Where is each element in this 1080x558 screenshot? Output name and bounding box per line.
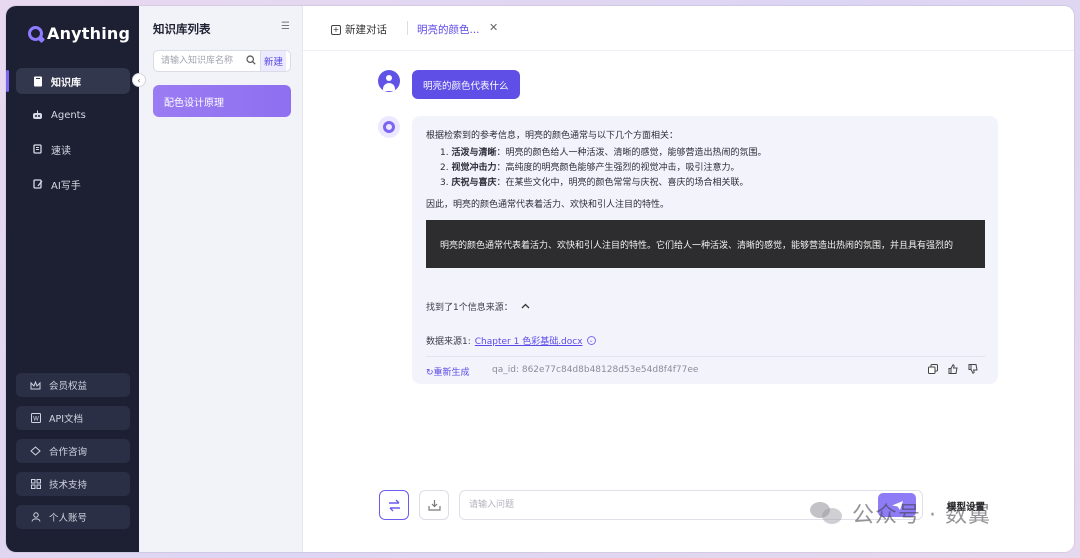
qa-id-label: qa_id:	[492, 365, 519, 375]
nav-membership-button[interactable]: 会员权益	[16, 373, 130, 397]
list-item-text: ：明亮的颜色给人一种活泼、清晰的感觉，能够营造出热闹的氛围。	[496, 148, 767, 158]
list-item: 1. 活泼与清晰：明亮的颜色给人一种活泼、清晰的感觉，能够营造出热闹的氛围。	[440, 146, 767, 161]
code-block: 明亮的颜色通常代表着活力、欢快和引人注目的特性。它们给人一种活泼、清晰的感觉，能…	[426, 220, 985, 268]
sources-toggle[interactable]: 找到了1个信息来源：	[426, 300, 530, 313]
answer-list: 1. 活泼与清晰：明亮的颜色给人一种活泼、清晰的感觉，能够营造出热闹的氛围。 2…	[440, 146, 767, 191]
sources-found-label: 找到了1个信息来源：	[426, 303, 513, 313]
nav-item-label: AI写手	[51, 180, 81, 192]
tab-new-chat-label: 新建对话	[345, 24, 387, 36]
grid-icon	[30, 479, 41, 490]
nav-bottom-label: 个人账号	[49, 513, 88, 524]
regenerate-label: 重新生成	[433, 368, 470, 378]
copy-icon[interactable]	[928, 364, 938, 377]
list-item-title: 视觉冲击力	[451, 163, 497, 173]
doc-icon: W	[30, 413, 41, 424]
chevron-up-icon	[521, 302, 530, 312]
close-icon[interactable]: ✕	[489, 21, 498, 34]
logo-icon	[28, 26, 43, 41]
chat-main: + 新建对话 明亮的颜色... ✕ 明亮的颜色代表什么 根据检索到的参考信息，明…	[303, 6, 1074, 552]
nav-bottom-label: 合作咨询	[49, 447, 88, 458]
thumbs-up-icon[interactable]	[948, 364, 958, 377]
source-line: 数据来源1: Chapter 1 色彩基础.docx ⌄	[426, 334, 596, 347]
user-question-bubble: 明亮的颜色代表什么	[412, 70, 520, 99]
divider	[426, 356, 985, 357]
bot-logo-icon	[383, 121, 395, 133]
nav-item-speed-read[interactable]: 速读	[16, 136, 130, 162]
nav-item-ai-writer[interactable]: AI写手	[16, 171, 130, 197]
user-avatar	[378, 70, 400, 92]
kb-search-input[interactable]	[154, 51, 242, 71]
nav-account-button[interactable]: 个人账号	[16, 505, 130, 529]
source-link[interactable]: Chapter 1 色彩基础.docx	[475, 334, 583, 347]
app-name: Anything	[47, 24, 131, 43]
app-window: Anything 知识库 Agents 速读 AI写手 会员权益 W API文档…	[6, 6, 1074, 552]
left-nav: Anything 知识库 Agents 速读 AI写手 会员权益 W API文档…	[6, 6, 139, 552]
knowledge-base-panel: 知识库列表 ☰ 新建 ‹ 配色设计原理	[132, 6, 303, 552]
nav-item-knowledge-base[interactable]: 知识库	[6, 68, 130, 94]
tab-bar: + 新建对话 明亮的颜色... ✕	[303, 6, 1074, 51]
qa-id-value: 862e77c84d8b48128d53e54d8f4f77ee	[521, 365, 699, 375]
answer-summary: 因此，明亮的颜色通常代表着活力、欢快和引人注目的特性。	[426, 200, 670, 210]
nav-item-label: 速读	[51, 145, 71, 157]
watermark-text: 公众号 · 数翼	[852, 503, 991, 528]
watermark: 公众号 · 数翼	[810, 497, 991, 529]
search-icon[interactable]	[242, 54, 260, 68]
nav-bottom-label: 技术支持	[49, 480, 88, 491]
tab-divider	[407, 21, 408, 35]
chevron-down-circle-icon[interactable]: ⌄	[586, 336, 596, 345]
speed-read-icon	[32, 144, 43, 155]
bot-avatar	[378, 116, 400, 138]
nav-item-label: Agents	[51, 109, 86, 121]
kb-list-item[interactable]: 配色设计原理	[153, 85, 291, 117]
robot-icon	[32, 110, 43, 121]
tab-new-chat[interactable]: + 新建对话	[331, 22, 387, 37]
tab-active-chat[interactable]: 明亮的颜色...	[417, 22, 480, 37]
list-item-number: 3.	[440, 178, 449, 188]
kb-search-box: 新建	[153, 50, 291, 72]
list-item-number: 1.	[440, 148, 449, 158]
list-item-title: 活泼与清晰	[451, 148, 497, 158]
list-item-title: 庆祝与喜庆	[451, 178, 497, 188]
list-item: 2. 视觉冲击力：高纯度的明亮颜色能够产生强烈的视觉冲击，吸引注意力。	[440, 161, 767, 176]
kb-new-button[interactable]: 新建	[260, 51, 287, 71]
logo: Anything	[28, 24, 130, 43]
list-item-text: ：在某些文化中，明亮的颜色常常与庆祝、喜庆的场合相关联。	[496, 178, 749, 188]
kb-panel-title: 知识库列表	[153, 22, 211, 36]
nav-api-docs-button[interactable]: W API文档	[16, 406, 130, 430]
svg-text:W: W	[33, 416, 39, 423]
crown-icon	[30, 380, 41, 391]
answer-bubble: 根据检索到的参考信息，明亮的颜色通常与以下几个方面相关： 1. 活泼与清晰：明亮…	[412, 116, 998, 384]
list-item-number: 2.	[440, 163, 449, 173]
answer-actions	[928, 364, 978, 377]
list-item: 3. 庆祝与喜庆：在某些文化中，明亮的颜色常常与庆祝、喜庆的场合相关联。	[440, 176, 767, 191]
download-icon[interactable]	[419, 490, 449, 520]
book-icon	[32, 76, 43, 87]
swap-icon[interactable]	[379, 490, 409, 520]
collapse-list-icon[interactable]: ☰	[281, 21, 290, 32]
user-icon	[30, 512, 41, 523]
thumbs-down-icon[interactable]	[968, 364, 978, 377]
answer-intro: 根据检索到的参考信息，明亮的颜色通常与以下几个方面相关：	[426, 131, 679, 141]
qa-id: qa_id: 862e77c84d8b48128d53e54d8f4f77ee	[492, 365, 698, 375]
nav-support-button[interactable]: 技术支持	[16, 472, 130, 496]
nav-bottom-label: API文档	[49, 414, 84, 425]
source-prefix: 数据来源1:	[426, 337, 471, 347]
chevron-left-icon[interactable]: ‹	[132, 73, 146, 87]
regenerate-button[interactable]: ↻重新生成	[426, 365, 470, 378]
pen-icon	[32, 179, 43, 190]
nav-item-label: 知识库	[51, 77, 81, 89]
handshake-icon	[30, 446, 41, 457]
nav-cooperation-button[interactable]: 合作咨询	[16, 439, 130, 463]
nav-item-agents[interactable]: Agents	[16, 102, 130, 128]
wechat-icon	[810, 500, 844, 526]
plus-square-icon: +	[331, 24, 341, 35]
list-item-text: ：高纯度的明亮颜色能够产生强烈的视觉冲击，吸引注意力。	[496, 163, 740, 173]
nav-bottom-label: 会员权益	[49, 381, 88, 392]
